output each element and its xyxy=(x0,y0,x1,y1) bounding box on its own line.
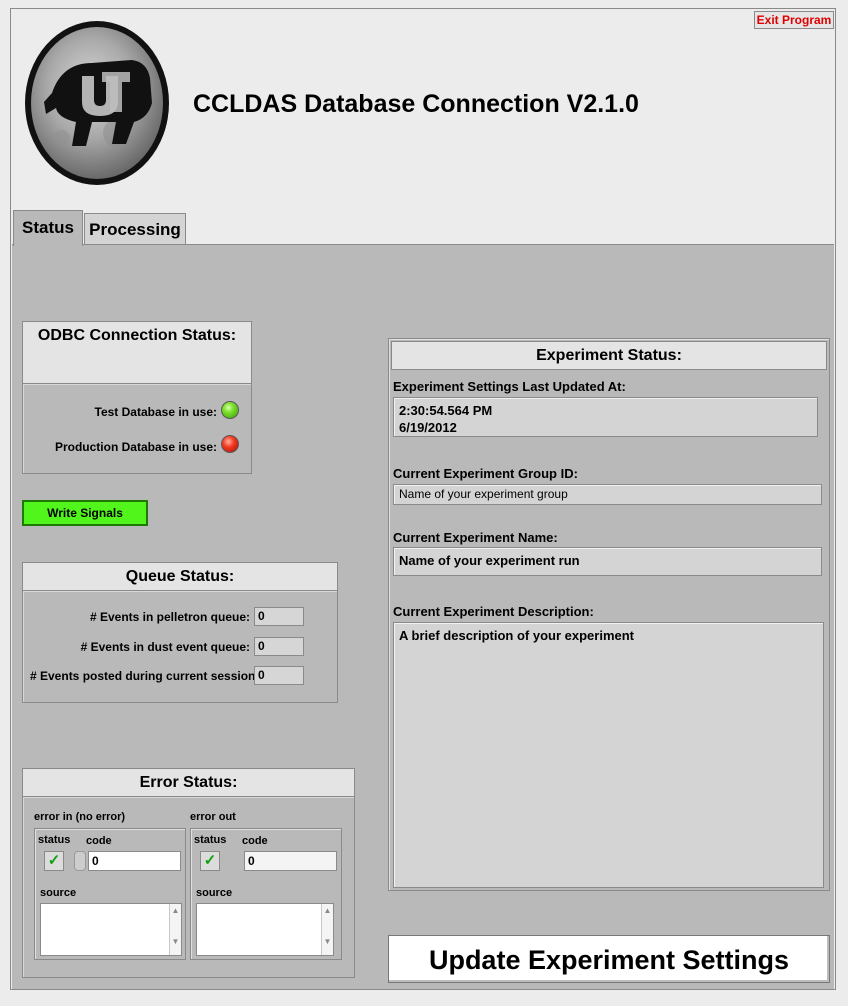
production-database-label: Production Database in use: xyxy=(54,440,217,454)
update-experiment-settings-button[interactable]: Update Experiment Settings xyxy=(388,935,830,983)
pelletron-queue-label: # Events in pelletron queue: xyxy=(89,610,250,624)
write-signals-button[interactable]: Write Signals xyxy=(22,500,148,526)
error-status-header: Error Status: xyxy=(22,768,355,797)
error-out-code-label: code xyxy=(242,835,268,847)
error-in-status-label: status xyxy=(38,834,71,846)
error-out-source-label: source xyxy=(196,887,233,899)
error-out-status-label: status xyxy=(194,834,227,846)
experiment-description-label: Current Experiment Description: xyxy=(393,604,594,619)
odbc-status-title: ODBC Connection Status: xyxy=(37,327,237,344)
events-posted-label: # Events posted during current session: xyxy=(30,669,260,683)
pelletron-queue-count: 0 xyxy=(254,607,304,626)
odbc-status-body xyxy=(22,384,252,474)
events-posted-count: 0 xyxy=(254,666,304,685)
last-updated-time: 2:30:54.564 PM xyxy=(399,403,493,418)
error-out-status-checkmark-icon: ✓ xyxy=(200,851,220,871)
error-in-status-checkmark-icon[interactable]: ✓ xyxy=(44,851,64,871)
queue-status-header: Queue Status: xyxy=(22,562,338,591)
tab-status[interactable]: Status xyxy=(13,210,83,246)
error-out-code-field: 0 xyxy=(244,851,337,871)
last-updated-label: Experiment Settings Last Updated At: xyxy=(393,379,626,394)
production-database-led-icon xyxy=(221,435,239,453)
test-database-label: Test Database in use: xyxy=(94,405,217,419)
error-out-source-scrollbar[interactable]: ▲ ▼ xyxy=(321,904,333,955)
app-title: CCLDAS Database Connection V2.1.0 xyxy=(193,90,639,118)
odbc-status-header: ODBC Connection Status: xyxy=(22,321,252,384)
error-out-title: error out xyxy=(190,811,236,823)
experiment-name-field[interactable]: Name of your experiment run xyxy=(393,547,822,576)
error-in-code-label: code xyxy=(86,835,112,847)
last-updated-date: 6/19/2012 xyxy=(399,420,457,435)
experiment-name-label: Current Experiment Name: xyxy=(393,530,558,545)
queue-status-title: Queue Status: xyxy=(125,568,235,585)
experiment-status-header: Experiment Status: xyxy=(391,341,827,370)
error-status-title: Error Status: xyxy=(139,774,238,791)
exit-program-button[interactable]: Exit Program xyxy=(754,11,834,29)
group-id-label: Current Experiment Group ID: xyxy=(393,466,578,481)
error-in-code-field[interactable]: 0 xyxy=(88,851,181,871)
error-in-title: error in (no error) xyxy=(34,811,126,823)
tab-processing[interactable]: Processing xyxy=(84,213,186,244)
group-id-field[interactable]: Name of your experiment group xyxy=(393,484,822,505)
dust-event-queue-label: # Events in dust event queue: xyxy=(80,640,250,654)
dust-event-queue-count: 0 xyxy=(254,637,304,656)
error-in-code-spinner[interactable] xyxy=(74,851,86,871)
last-updated-display: 2:30:54.564 PM 6/19/2012 xyxy=(393,397,818,437)
test-database-led-icon xyxy=(221,401,239,419)
error-in-source-label: source xyxy=(40,887,77,899)
error-in-source-scrollbar[interactable]: ▲ ▼ xyxy=(169,904,181,955)
experiment-status-title: Experiment Status: xyxy=(536,347,682,364)
error-in-source-field[interactable]: ▲ ▼ xyxy=(40,903,182,956)
experiment-description-field[interactable]: A brief description of your experiment xyxy=(393,622,824,888)
cu-buffalo-moon-logo xyxy=(22,18,172,188)
error-out-source-field: ▲ ▼ xyxy=(196,903,334,956)
